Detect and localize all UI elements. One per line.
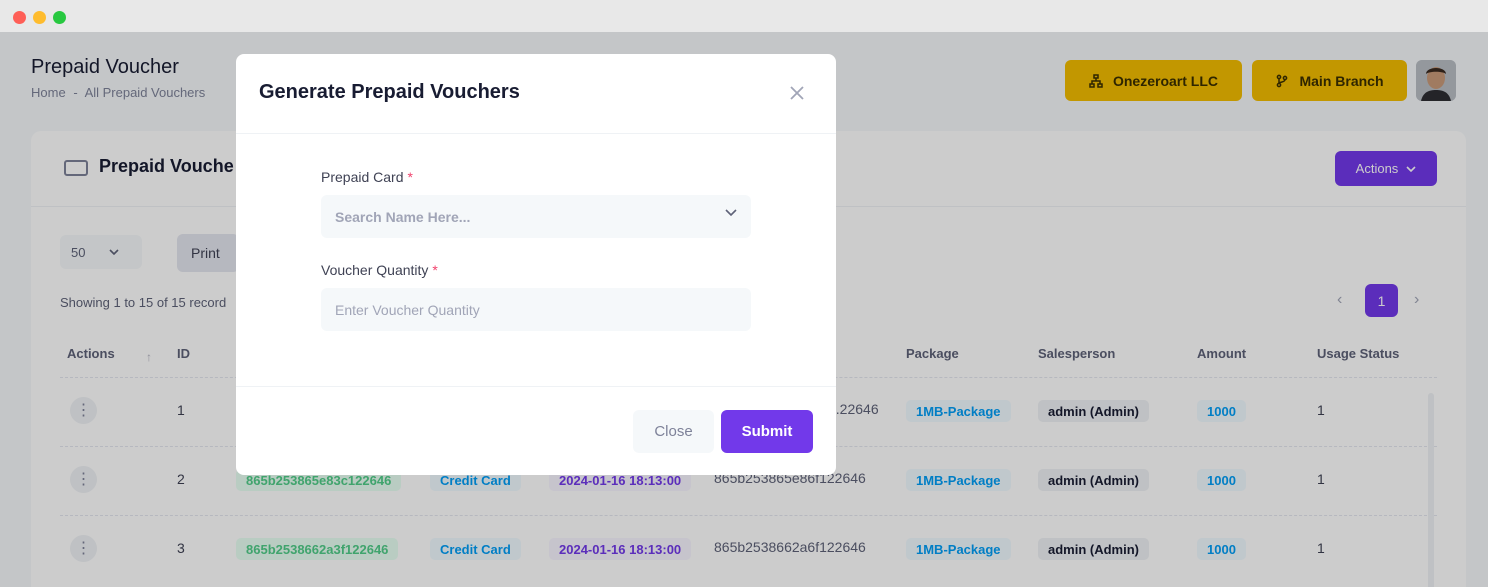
modal-footer-divider bbox=[236, 386, 836, 387]
voucher-quantity-label-text: Voucher Quantity bbox=[321, 262, 429, 278]
close-button[interactable]: Close bbox=[633, 410, 714, 453]
required-mark: * bbox=[432, 262, 438, 278]
window-titlebar bbox=[0, 0, 1488, 32]
maximize-window-button[interactable] bbox=[53, 11, 66, 24]
voucher-quantity-input[interactable] bbox=[335, 301, 751, 318]
chevron-down-icon bbox=[725, 209, 737, 217]
submit-button[interactable]: Submit bbox=[721, 410, 813, 453]
prepaid-card-select[interactable]: Search Name Here... bbox=[321, 195, 751, 238]
voucher-quantity-label: Voucher Quantity * bbox=[321, 262, 438, 278]
voucher-quantity-field bbox=[321, 288, 751, 331]
close-window-button[interactable] bbox=[13, 11, 26, 24]
prepaid-card-placeholder: Search Name Here... bbox=[335, 208, 471, 225]
generate-vouchers-modal: Generate Prepaid Vouchers Prepaid Card * … bbox=[236, 54, 836, 475]
prepaid-card-label: Prepaid Card * bbox=[321, 169, 413, 185]
modal-title: Generate Prepaid Vouchers bbox=[259, 81, 520, 103]
minimize-window-button[interactable] bbox=[33, 11, 46, 24]
prepaid-card-label-text: Prepaid Card bbox=[321, 169, 404, 185]
required-mark: * bbox=[407, 169, 413, 185]
modal-header: Generate Prepaid Vouchers bbox=[236, 54, 836, 134]
close-icon[interactable] bbox=[786, 82, 808, 104]
